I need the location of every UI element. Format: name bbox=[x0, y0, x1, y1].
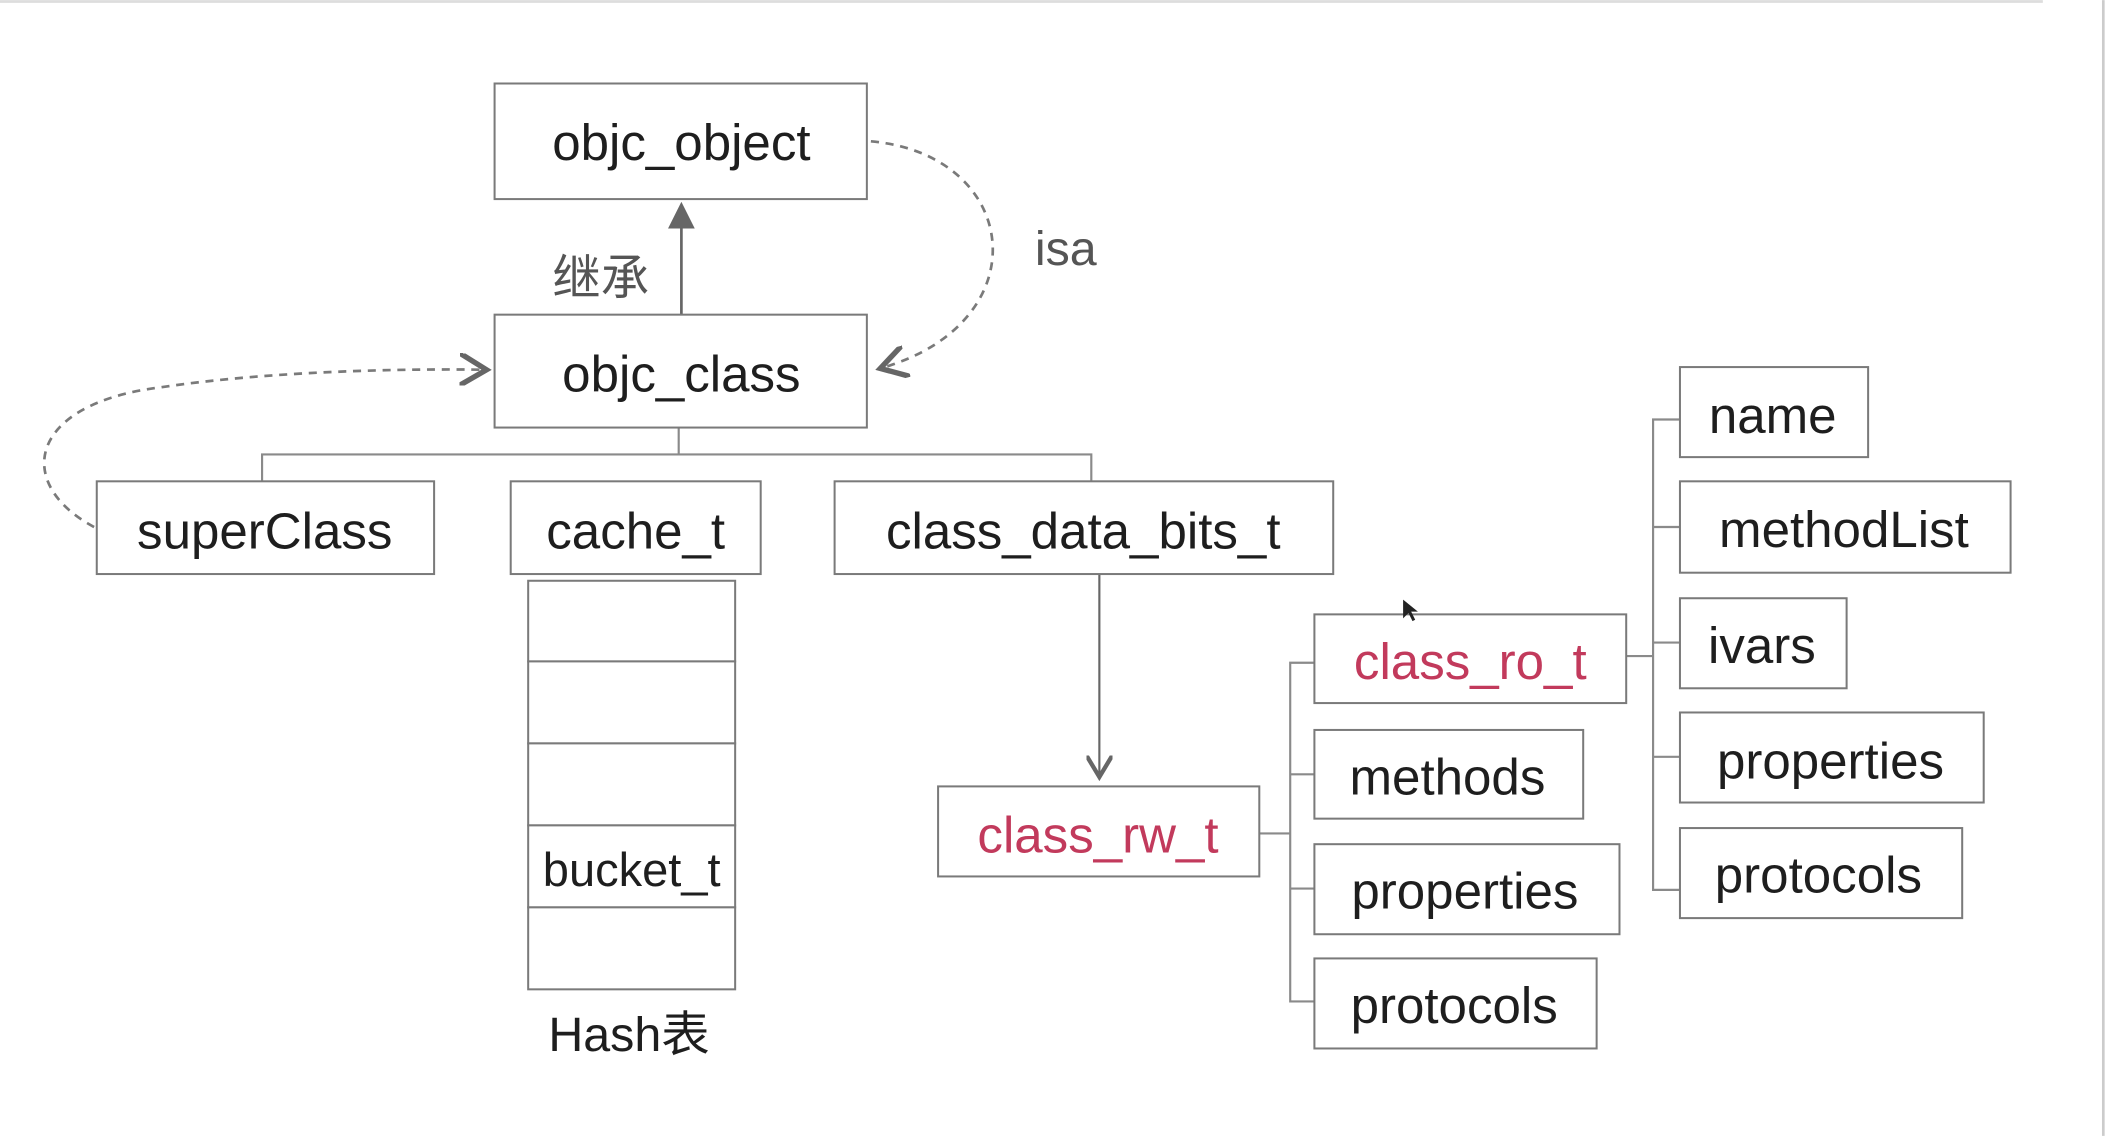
hash-table: bucket_t bbox=[527, 579, 737, 991]
node-ro-protocols: protocols bbox=[1678, 827, 1964, 920]
svg-text:cache_t: cache_t bbox=[546, 503, 725, 560]
node-objc-class: objc_class bbox=[493, 313, 868, 429]
hash-row bbox=[527, 906, 737, 991]
hash-row bbox=[527, 742, 737, 827]
inherit-label: 继承 bbox=[552, 251, 649, 305]
node-ro-properties: properties bbox=[1678, 711, 1985, 804]
svg-text:methods: methods bbox=[1350, 748, 1546, 805]
node-rw-protocols: protocols bbox=[1313, 957, 1598, 1050]
svg-text:class_ro_t: class_ro_t bbox=[1354, 633, 1587, 690]
node-class-data-bits-t: class_data_bits_t bbox=[833, 480, 1335, 576]
class-rw-bracket bbox=[1259, 661, 1315, 1003]
hash-table-label: Hash表 bbox=[548, 1008, 709, 1062]
svg-text:properties: properties bbox=[1351, 863, 1578, 920]
node-ro-ivars: ivars bbox=[1678, 597, 1848, 690]
svg-text:class_rw_t: class_rw_t bbox=[977, 806, 1218, 863]
node-rw-methods: methods bbox=[1313, 728, 1585, 820]
svg-text:class_data_bits_t: class_data_bits_t bbox=[886, 503, 1281, 560]
objc-class-structure-diagram: 继承 isa objc_object objc_class superClass… bbox=[0, 0, 2105, 1136]
hash-row bbox=[527, 579, 737, 663]
svg-text:name: name bbox=[1709, 387, 1837, 444]
isa-arrow bbox=[870, 139, 995, 368]
node-class-ro-t: class_ro_t bbox=[1313, 613, 1628, 705]
bucket-t-label: bucket_t bbox=[543, 843, 721, 896]
svg-text:properties: properties bbox=[1717, 732, 1944, 789]
class-ro-bracket bbox=[1626, 418, 1680, 891]
isa-label: isa bbox=[1035, 222, 1097, 276]
node-ro-methodlist: methodList bbox=[1678, 480, 2012, 574]
svg-text:ivars: ivars bbox=[1708, 617, 1816, 674]
svg-text:protocols: protocols bbox=[1715, 847, 1922, 904]
svg-text:protocols: protocols bbox=[1351, 977, 1558, 1034]
node-ro-name: name bbox=[1678, 366, 1870, 459]
svg-text:superClass: superClass bbox=[137, 503, 392, 560]
objc-class-bracket bbox=[260, 427, 1093, 482]
node-class-rw-t: class_rw_t bbox=[937, 785, 1261, 878]
svg-text:methodList: methodList bbox=[1719, 501, 1969, 558]
svg-text:objc_class: objc_class bbox=[562, 345, 800, 402]
hash-row bbox=[527, 660, 737, 745]
node-superclass: superClass bbox=[95, 480, 436, 576]
svg-text:objc_object: objc_object bbox=[552, 114, 810, 171]
node-rw-properties: properties bbox=[1313, 843, 1621, 936]
node-cache-t: cache_t bbox=[509, 480, 762, 576]
node-objc-object: objc_object bbox=[493, 82, 868, 201]
